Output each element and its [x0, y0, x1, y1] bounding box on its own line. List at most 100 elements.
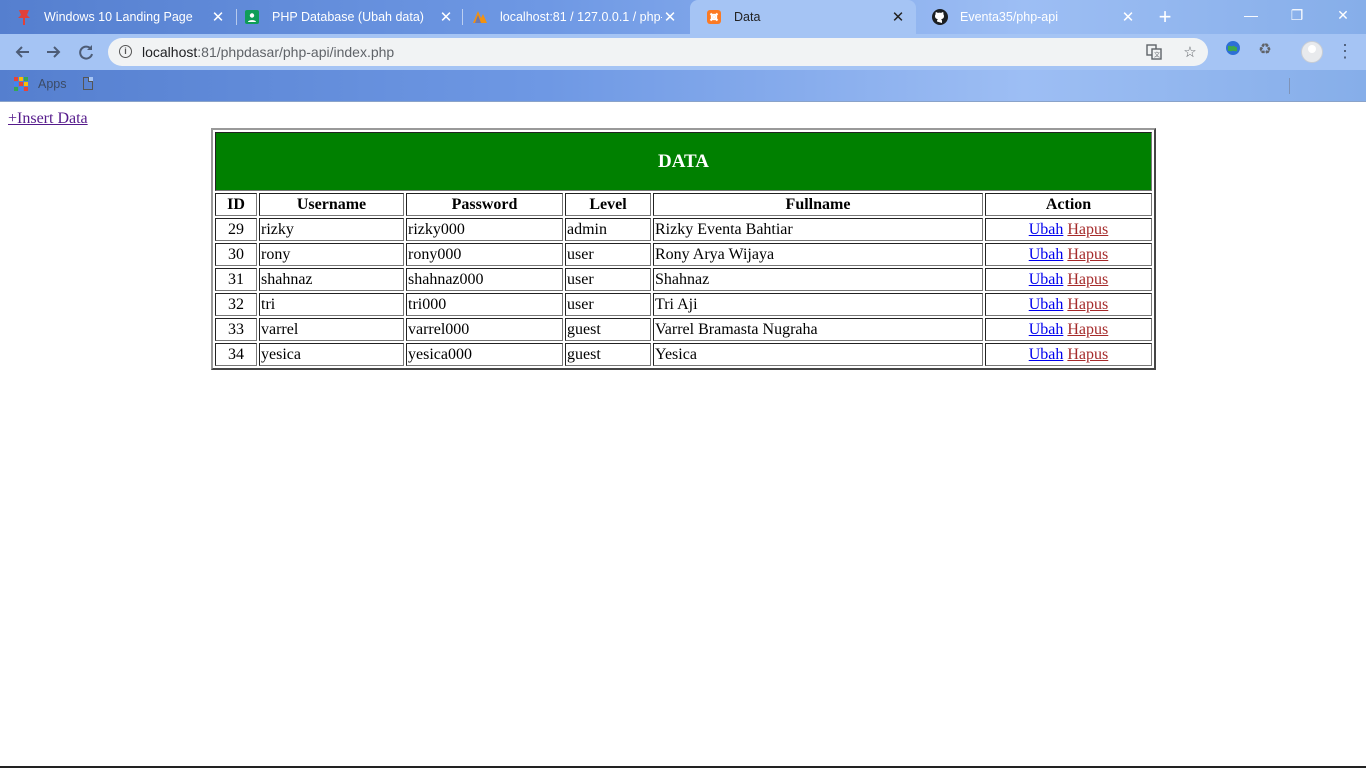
cell-level: user: [565, 243, 651, 266]
table-row: 31 shahnaz shahnaz000 user Shahnaz Ubah …: [215, 268, 1152, 291]
url-path: :81/phpdasar/php-api/index.php: [197, 44, 395, 60]
cell-id: 30: [215, 243, 257, 266]
url-text: localhost:81/phpdasar/php-api/index.php: [142, 44, 394, 60]
edit-link[interactable]: Ubah: [1029, 346, 1064, 363]
xampp-icon: [706, 9, 722, 25]
cell-username: tri: [259, 293, 404, 316]
browser-menu-icon[interactable]: ⋮: [1336, 38, 1354, 64]
cell-password: rizky000: [406, 218, 563, 241]
cell-username: rizky: [259, 218, 404, 241]
globe-extension-icon[interactable]: [1223, 40, 1243, 60]
delete-link[interactable]: Hapus: [1067, 246, 1108, 263]
delete-link[interactable]: Hapus: [1067, 346, 1108, 363]
tab-title: Eventa35/php-api: [960, 10, 1058, 24]
header-fullname: Fullname: [653, 193, 983, 216]
info-icon[interactable]: i: [119, 45, 132, 58]
edit-link[interactable]: Ubah: [1029, 321, 1064, 338]
close-tab-icon[interactable]: ✕: [662, 8, 678, 26]
cell-password: tri000: [406, 293, 563, 316]
table-row: 33 varrel varrel000 guest Varrel Bramast…: [215, 318, 1152, 341]
tab-title: Windows 10 Landing Page: [44, 10, 193, 24]
delete-link[interactable]: Hapus: [1067, 271, 1108, 288]
document-bookmark-icon[interactable]: [83, 77, 93, 90]
bookmark-star-icon[interactable]: ☆: [1181, 44, 1199, 62]
edit-link[interactable]: Ubah: [1029, 296, 1064, 313]
table-header-row: ID Username Password Level Fullname Acti…: [215, 193, 1152, 216]
phpmyadmin-icon: [472, 9, 488, 25]
tab-windows10[interactable]: Windows 10 Landing Page ✕: [0, 0, 236, 34]
cell-fullname: Tri Aji: [653, 293, 983, 316]
close-tab-icon[interactable]: ✕: [1120, 8, 1136, 26]
reload-button[interactable]: [72, 38, 100, 66]
recycle-extension-icon[interactable]: ♻: [1255, 40, 1275, 60]
header-id: ID: [215, 193, 257, 216]
cell-action: Ubah Hapus: [985, 318, 1152, 341]
apps-bookmark[interactable]: Apps: [14, 77, 67, 91]
edit-link[interactable]: Ubah: [1029, 221, 1064, 238]
edit-link[interactable]: Ubah: [1029, 246, 1064, 263]
table-caption-row: DATA: [215, 132, 1152, 191]
table-row: 29 rizky rizky000 admin Rizky Eventa Bah…: [215, 218, 1152, 241]
apps-grid-icon: [14, 77, 28, 91]
edit-link[interactable]: Ubah: [1029, 271, 1064, 288]
cell-level: guest: [565, 343, 651, 366]
browser-toolbar: i localhost:81/phpdasar/php-api/index.ph…: [0, 34, 1366, 94]
cell-action: Ubah Hapus: [985, 293, 1152, 316]
new-tab-button[interactable]: +: [1152, 4, 1178, 30]
insert-data-link[interactable]: +Insert Data: [8, 110, 88, 128]
header-level: Level: [565, 193, 651, 216]
delete-link[interactable]: Hapus: [1067, 221, 1108, 238]
svg-text:文: 文: [1154, 51, 1160, 59]
back-button[interactable]: [8, 38, 36, 66]
cell-username: rony: [259, 243, 404, 266]
close-tab-icon[interactable]: ✕: [210, 8, 226, 26]
tab-php-database[interactable]: PHP Database (Ubah data) ✕: [228, 0, 464, 34]
cell-id: 31: [215, 268, 257, 291]
data-table: DATA ID Username Password Level Fullname…: [211, 128, 1156, 370]
url-host: localhost: [142, 44, 198, 60]
cell-password: shahnaz000: [406, 268, 563, 291]
github-icon: [932, 9, 948, 25]
delete-link[interactable]: Hapus: [1067, 321, 1108, 338]
cell-level: admin: [565, 218, 651, 241]
browser-chrome: Windows 10 Landing Page ✕ PHP Database (…: [0, 0, 1366, 102]
tab-data[interactable]: Data ✕: [690, 0, 916, 34]
minimize-button[interactable]: —: [1228, 0, 1274, 30]
cell-action: Ubah Hapus: [985, 218, 1152, 241]
cell-fullname: Rony Arya Wijaya: [653, 243, 983, 266]
pin-icon: [16, 9, 32, 25]
cell-password: varrel000: [406, 318, 563, 341]
tab-github[interactable]: Eventa35/php-api ✕: [916, 0, 1146, 34]
tab-phpmyadmin[interactable]: localhost:81 / 127.0.0.1 / php-a ✕: [456, 0, 688, 34]
address-bar[interactable]: i localhost:81/phpdasar/php-api/index.ph…: [108, 38, 1208, 66]
table-row: 32 tri tri000 user Tri Aji Ubah Hapus: [215, 293, 1152, 316]
translate-icon[interactable]: 文: [1145, 44, 1163, 62]
classroom-icon: [244, 9, 260, 25]
cell-fullname: Varrel Bramasta Nugraha: [653, 318, 983, 341]
apps-label: Apps: [38, 77, 67, 91]
reload-icon: [79, 45, 93, 60]
forward-button[interactable]: [40, 38, 68, 66]
table-row: 34 yesica yesica000 guest Yesica Ubah Ha…: [215, 343, 1152, 366]
profile-avatar[interactable]: [1301, 41, 1323, 63]
close-window-button[interactable]: ✕: [1320, 0, 1366, 30]
cell-action: Ubah Hapus: [985, 268, 1152, 291]
cell-username: varrel: [259, 318, 404, 341]
cell-fullname: Rizky Eventa Bahtiar: [653, 218, 983, 241]
restore-button[interactable]: ❐: [1274, 0, 1320, 30]
tab-title: Data: [734, 10, 761, 24]
forward-arrow-icon: [47, 46, 61, 58]
cell-id: 29: [215, 218, 257, 241]
close-tab-icon[interactable]: ✕: [890, 8, 906, 26]
cell-fullname: Yesica: [653, 343, 983, 366]
cell-level: user: [565, 293, 651, 316]
cell-password: yesica000: [406, 343, 563, 366]
header-username: Username: [259, 193, 404, 216]
cell-username: shahnaz: [259, 268, 404, 291]
close-tab-icon[interactable]: ✕: [438, 8, 454, 26]
cell-username: yesica: [259, 343, 404, 366]
header-password: Password: [406, 193, 563, 216]
back-arrow-icon: [15, 46, 29, 58]
cell-action: Ubah Hapus: [985, 343, 1152, 366]
delete-link[interactable]: Hapus: [1067, 296, 1108, 313]
